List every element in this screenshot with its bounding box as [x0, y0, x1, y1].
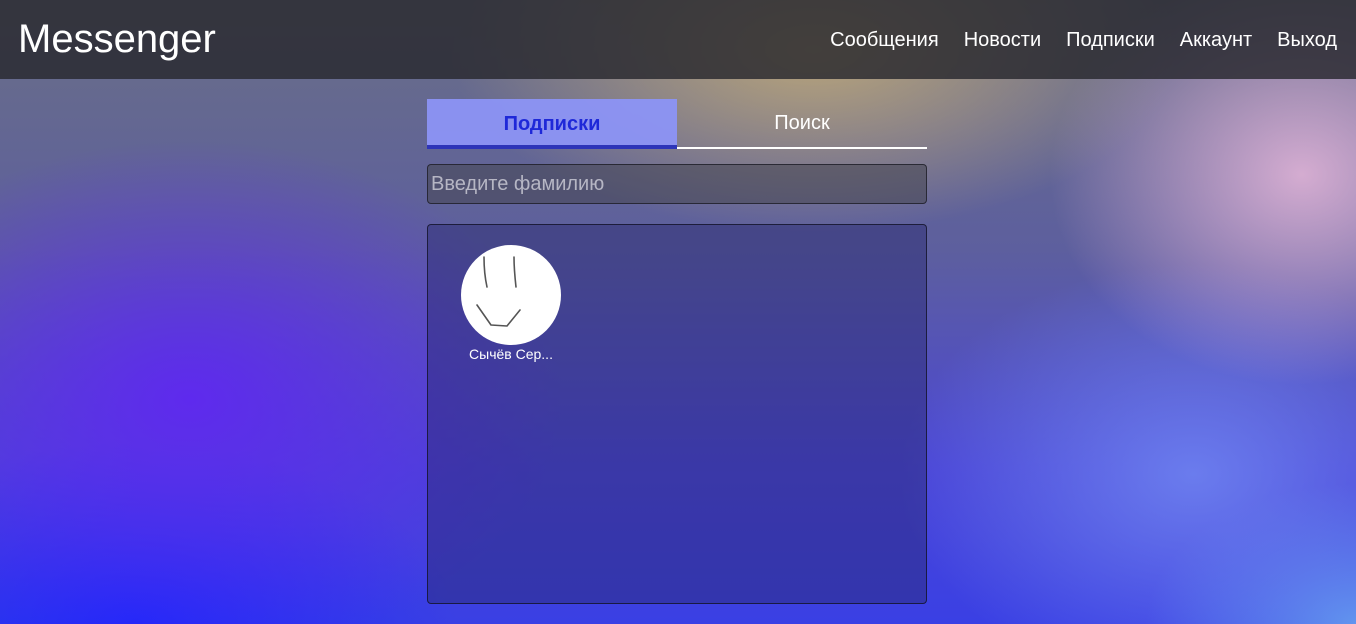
- top-navbar: Messenger Сообщения Новости Подписки Акк…: [0, 0, 1356, 79]
- nav-link-subscriptions[interactable]: Подписки: [1066, 28, 1155, 52]
- subscriptions-container: Подписки Поиск Сычёв Сер...: [427, 99, 927, 604]
- smiley-drawing-icon[interactable]: [461, 245, 561, 345]
- surname-search-input[interactable]: [427, 164, 927, 204]
- tab-bar: Подписки Поиск: [427, 99, 927, 149]
- subscriptions-list: Сычёв Сер...: [427, 224, 927, 604]
- nav-link-logout[interactable]: Выход: [1277, 28, 1337, 52]
- nav-link-account[interactable]: Аккаунт: [1180, 28, 1252, 52]
- list-item[interactable]: Сычёв Сер...: [461, 245, 561, 362]
- tab-search[interactable]: Поиск: [677, 99, 927, 149]
- nav-link-messages[interactable]: Сообщения: [830, 28, 939, 52]
- nav-menu: Сообщения Новости Подписки Аккаунт Выход: [830, 28, 1337, 52]
- app-title[interactable]: Messenger: [18, 17, 216, 61]
- nav-link-news[interactable]: Новости: [964, 28, 1041, 52]
- contact-name[interactable]: Сычёв Сер...: [461, 346, 561, 362]
- tab-subscriptions[interactable]: Подписки: [427, 99, 677, 149]
